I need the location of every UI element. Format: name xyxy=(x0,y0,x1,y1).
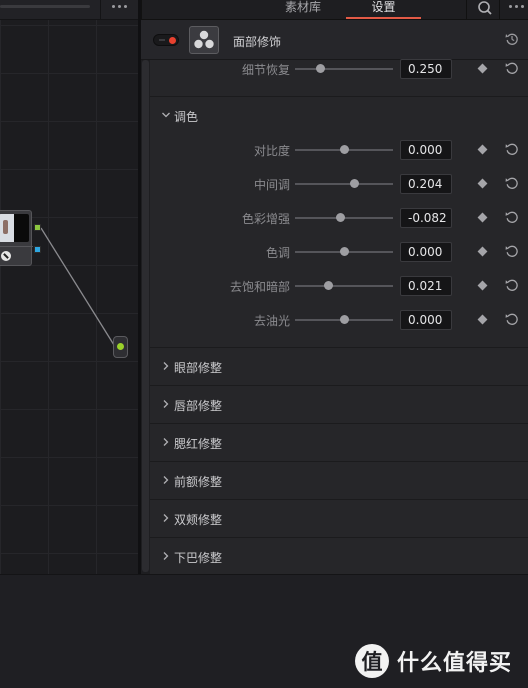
node-editor[interactable] xyxy=(0,0,140,574)
search-icon[interactable] xyxy=(475,0,495,18)
param-row: 对比度 0.000 xyxy=(150,138,528,162)
reset-icon[interactable] xyxy=(505,176,519,190)
slider-thumb[interactable] xyxy=(340,247,349,256)
param-row-detail-restore: 细节恢复 0.250 xyxy=(150,57,528,81)
section-header-chin[interactable]: 下巴修整 xyxy=(150,537,528,574)
section-title: 调色 xyxy=(174,110,199,124)
chevron-right-icon[interactable] xyxy=(161,475,171,485)
resolve-fx-logo-icon xyxy=(189,26,219,54)
param-slider[interactable] xyxy=(295,68,393,70)
keyframe-diamond-icon[interactable] xyxy=(477,212,488,223)
param-value-field[interactable]: 0.000 xyxy=(400,310,452,330)
more-dots-icon[interactable] xyxy=(112,5,127,8)
node-thumbnail xyxy=(0,214,29,242)
param-row: 色调 0.000 xyxy=(150,240,528,264)
effect-title: 面部修饰 xyxy=(233,35,282,49)
corrector-node[interactable] xyxy=(0,210,33,266)
param-row: 色彩增强 -0.082 xyxy=(150,206,528,230)
section-header-lips[interactable]: 唇部修整 xyxy=(150,385,528,423)
reset-icon[interactable] xyxy=(505,61,519,75)
section-header-color[interactable]: 调色 xyxy=(150,96,528,134)
node-connection-wire xyxy=(40,227,115,346)
slider-thumb[interactable] xyxy=(315,64,325,73)
tab-media-library[interactable]: 素材库 xyxy=(261,0,345,20)
section-header-eyes[interactable]: 眼部修整 xyxy=(150,347,528,385)
keyframe-diamond-icon[interactable] xyxy=(477,280,488,291)
active-tab-indicator xyxy=(346,17,421,19)
slider-thumb[interactable] xyxy=(349,179,359,188)
param-label: 中间调 xyxy=(253,178,290,192)
chevron-down-icon[interactable] xyxy=(161,110,171,120)
param-slider[interactable] xyxy=(295,183,393,185)
param-row: 去饱和暗部 0.021 xyxy=(150,274,528,298)
param-row: 去油光 0.000 xyxy=(150,308,528,332)
param-label: 对比度 xyxy=(253,144,290,158)
site-watermark: 值 什么值得买 xyxy=(355,644,512,678)
param-value-field[interactable]: -0.082 xyxy=(400,208,452,228)
node-effect-icon xyxy=(1,251,11,261)
keyframe-diamond-icon[interactable] xyxy=(477,144,488,155)
keyframe-diamond-icon[interactable] xyxy=(477,314,488,325)
slider-thumb[interactable] xyxy=(340,145,349,154)
inspector-tabbar: 素材库 设置 xyxy=(141,0,528,20)
scrollbar-thumb[interactable] xyxy=(142,60,149,572)
reset-icon[interactable] xyxy=(505,210,519,224)
section-title: 腮红修整 xyxy=(174,437,223,451)
section-header-blush[interactable]: 腮红修整 xyxy=(150,423,528,461)
effect-parameters: 细节恢复 0.250 调色 对比度 0.000 中间调 0.204 色彩增强 -… xyxy=(150,57,528,574)
slider-thumb[interactable] xyxy=(336,213,346,222)
inspector-scrollbar[interactable] xyxy=(141,60,150,574)
section-title: 前额修整 xyxy=(174,475,223,489)
rgb-output-port[interactable] xyxy=(34,224,41,231)
keyframe-diamond-icon[interactable] xyxy=(477,63,488,74)
section-title: 下巴修整 xyxy=(174,551,223,565)
reset-icon[interactable] xyxy=(505,244,519,258)
alpha-output-port[interactable] xyxy=(34,246,41,253)
keyframe-diamond-icon[interactable] xyxy=(477,178,488,189)
effect-enable-toggle[interactable] xyxy=(153,34,179,46)
chevron-right-icon[interactable] xyxy=(161,361,171,371)
slider-thumb[interactable] xyxy=(340,315,349,324)
section-title: 眼部修整 xyxy=(174,361,223,375)
section-title: 双颊修整 xyxy=(174,513,223,527)
node-editor-header xyxy=(0,0,140,20)
tab-separator xyxy=(499,0,500,20)
tab-separator xyxy=(466,0,467,20)
chevron-right-icon[interactable] xyxy=(161,551,171,561)
watermark-text: 什么值得买 xyxy=(397,651,513,676)
param-value-field[interactable]: 0.021 xyxy=(400,276,452,296)
section-header-forehead[interactable]: 前额修整 xyxy=(150,461,528,499)
header-separator xyxy=(100,0,101,20)
param-label: 色调 xyxy=(265,246,290,260)
inspector-panel: 素材库 设置 面部修饰 细节恢复 0.250 调色 对比度 0.000 中间调 … xyxy=(141,0,528,574)
node-header-scroll-track[interactable] xyxy=(0,5,90,8)
param-label: 细节恢复 xyxy=(241,63,290,77)
reset-icon[interactable] xyxy=(505,142,519,156)
param-value-field[interactable]: 0.204 xyxy=(400,174,452,194)
param-value-field[interactable]: 0.250 xyxy=(400,59,452,79)
chevron-right-icon[interactable] xyxy=(161,399,171,409)
more-dots-icon[interactable] xyxy=(509,5,524,8)
reset-icon[interactable] xyxy=(505,278,519,292)
reset-icon[interactable] xyxy=(505,312,519,326)
effect-header: 面部修饰 xyxy=(141,20,528,60)
param-slider[interactable] xyxy=(295,285,393,287)
reset-icon[interactable] xyxy=(505,32,519,46)
tab-separator xyxy=(141,0,142,20)
chevron-right-icon[interactable] xyxy=(161,437,171,447)
param-row: 中间调 0.204 xyxy=(150,172,528,196)
watermark-logo-badge: 值 xyxy=(355,644,389,678)
param-value-field[interactable]: 0.000 xyxy=(400,140,452,160)
param-value-field[interactable]: 0.000 xyxy=(400,242,452,262)
node-divider xyxy=(0,246,33,247)
output-node[interactable] xyxy=(113,336,128,358)
chevron-right-icon[interactable] xyxy=(161,513,171,523)
section-title: 唇部修整 xyxy=(174,399,223,413)
param-label: 去油光 xyxy=(253,314,290,328)
slider-thumb[interactable] xyxy=(324,281,334,290)
section-header-cheeks[interactable]: 双颊修整 xyxy=(150,499,528,537)
keyframe-diamond-icon[interactable] xyxy=(477,246,488,257)
param-label: 去饱和暗部 xyxy=(229,280,290,294)
param-label: 色彩增强 xyxy=(241,212,290,226)
